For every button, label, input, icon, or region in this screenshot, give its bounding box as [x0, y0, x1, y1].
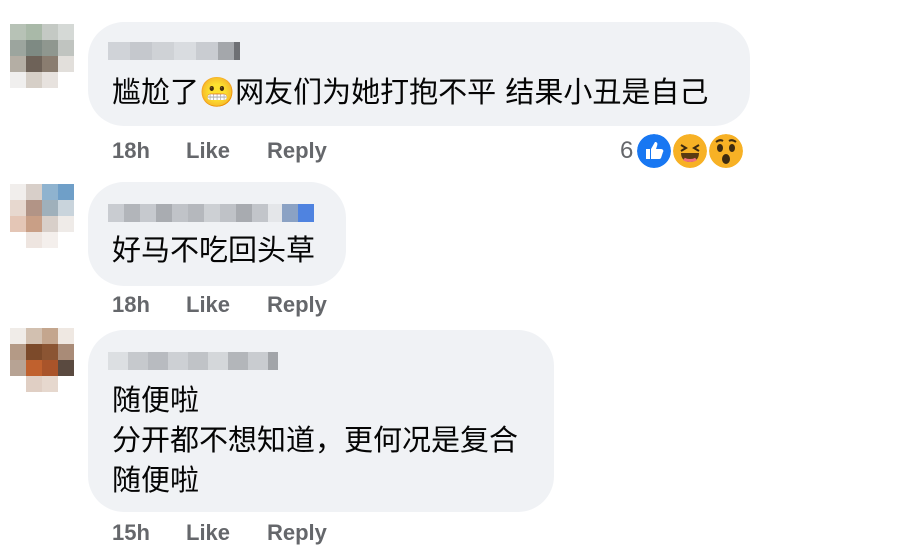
- comment-line: 随便啦: [112, 383, 200, 417]
- reaction-count: 6: [620, 137, 634, 164]
- timestamp[interactable]: 15h: [112, 520, 186, 546]
- timestamp[interactable]: 18h: [112, 138, 186, 164]
- like-icon: [635, 132, 674, 170]
- reply-button[interactable]: Reply: [267, 292, 327, 318]
- comment-text: 好马不吃回头草: [112, 233, 316, 267]
- avatar[interactable]: [10, 24, 74, 88]
- surprised-icon: [707, 132, 746, 170]
- comment-line: 随便啦: [112, 463, 200, 497]
- commenter-name[interactable]: [108, 352, 278, 370]
- like-button[interactable]: Like: [186, 520, 267, 546]
- comment-actions: 18h Like Reply: [112, 292, 327, 318]
- comment-actions: 15h Like Reply: [112, 520, 327, 546]
- avatar[interactable]: [10, 184, 74, 248]
- commenter-name[interactable]: [108, 204, 314, 222]
- like-button[interactable]: Like: [186, 138, 267, 164]
- comment-line: 分开都不想知道，更何况是复合: [112, 423, 519, 457]
- laughing-icon: [671, 132, 710, 170]
- comment-actions: 18h Like Reply: [112, 138, 327, 164]
- comment-text: 尴尬了😬网友们为她打抱不平 结果小丑是自己: [112, 75, 709, 109]
- reaction-summary[interactable]: 6: [620, 132, 746, 170]
- commenter-name[interactable]: [108, 42, 240, 60]
- reply-button[interactable]: Reply: [267, 520, 327, 546]
- reply-button[interactable]: Reply: [267, 138, 327, 164]
- avatar[interactable]: [10, 328, 74, 392]
- timestamp[interactable]: 18h: [112, 292, 186, 318]
- like-button[interactable]: Like: [186, 292, 267, 318]
